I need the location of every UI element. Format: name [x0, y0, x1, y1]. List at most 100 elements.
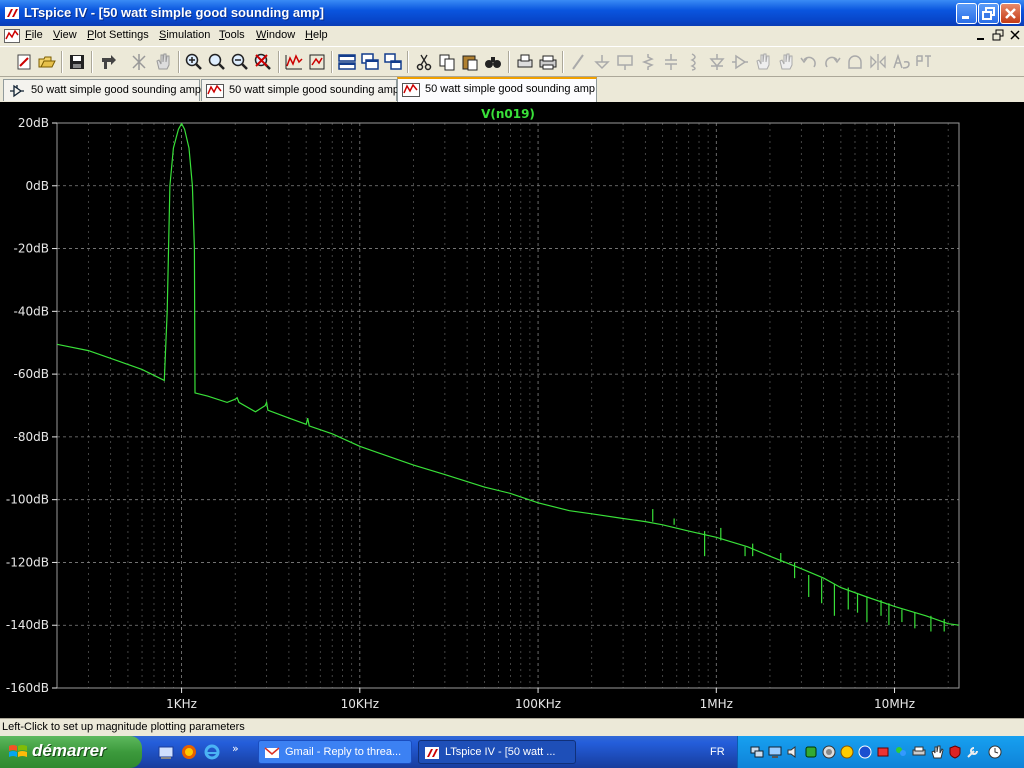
task-label: LTspice IV - [50 watt ... [445, 746, 556, 758]
move-button[interactable] [753, 52, 773, 72]
drag-button[interactable] [776, 52, 796, 72]
wrench-icon[interactable] [966, 745, 980, 759]
autorange-button[interactable] [129, 52, 149, 72]
cascade-button[interactable] [360, 52, 380, 72]
status-bar: Left-Click to set up magnitude plotting … [0, 718, 1024, 736]
fit-button[interactable] [307, 52, 327, 72]
waveform-plot[interactable]: 20dB 0dB -20dB -40dB -60dB -80dB -100dB -120dB -… [0, 102, 1024, 718]
tile-vertical-icon [384, 53, 402, 70]
task-gmail[interactable]: Gmail - Reply to threa... [258, 740, 412, 764]
zoom-out-button[interactable] [230, 52, 250, 72]
label-net-button[interactable] [615, 52, 635, 72]
mirror-button[interactable] [868, 52, 888, 72]
tab-schematic[interactable]: 50 watt simple good sounding amp [3, 79, 201, 101]
tile-horizontal-button[interactable] [337, 52, 357, 72]
pan-button[interactable] [153, 52, 173, 72]
network-icon[interactable] [750, 745, 764, 759]
printer-icon[interactable] [912, 745, 926, 759]
mdi-close-icon[interactable] [1008, 29, 1022, 42]
open-button[interactable] [37, 52, 57, 72]
diode-icon [709, 54, 725, 70]
save-button[interactable] [67, 52, 87, 72]
component-button[interactable] [730, 52, 750, 72]
restore-button[interactable] [978, 3, 999, 24]
menu-file[interactable]: File [25, 29, 43, 41]
cut-button[interactable] [414, 52, 434, 72]
status-text: Left-Click to set up magnitude plotting … [2, 721, 245, 733]
print-button[interactable] [538, 52, 558, 72]
close-button[interactable] [1000, 3, 1021, 24]
rotate-icon [848, 55, 862, 69]
copy-icon [439, 54, 455, 71]
tab-label: 50 watt simple good sounding amp [425, 83, 595, 95]
toolbar [0, 46, 1024, 77]
text-button[interactable] [891, 52, 911, 72]
quicklaunch-overflow-icon[interactable]: » [232, 742, 239, 755]
zoom-in-button[interactable] [184, 52, 204, 72]
start-button[interactable]: démarrer [0, 736, 142, 768]
monitor-icon[interactable] [768, 745, 782, 759]
speaker-icon[interactable] [786, 745, 800, 759]
menu-simulation[interactable]: Simulation [159, 29, 210, 41]
gmail-icon [264, 747, 280, 758]
security-icon[interactable] [948, 745, 962, 759]
redo-button[interactable] [822, 52, 842, 72]
task-ltspice[interactable]: LTspice IV - [50 watt ... [418, 740, 576, 764]
internet-explorer-icon[interactable] [204, 744, 220, 760]
diode-button[interactable] [707, 52, 727, 72]
tile-vertical-button[interactable] [383, 52, 403, 72]
trace-label: V(n019) [481, 107, 535, 121]
inductor-button[interactable] [684, 52, 704, 72]
bluetooth-icon[interactable] [858, 745, 872, 759]
hand-icon[interactable] [930, 745, 944, 759]
print-icon [539, 55, 557, 70]
schematic-icon [10, 84, 24, 98]
zoom-cancel-icon [254, 53, 271, 70]
resistor-button[interactable] [638, 52, 658, 72]
autoscale-button[interactable] [284, 52, 304, 72]
rotate-button[interactable] [845, 52, 865, 72]
title-bar[interactable]: LTspice IV - [50 watt simple good soundi… [0, 0, 1024, 26]
waveform-doc-icon[interactable] [4, 28, 20, 44]
menu-window[interactable]: Window [256, 29, 295, 41]
x-tick-label: 10MHz [874, 697, 915, 711]
y-tick-label: -60dB [14, 367, 49, 381]
menu-help[interactable]: Help [305, 29, 328, 41]
firefox-icon[interactable] [181, 744, 197, 760]
wire-button[interactable] [569, 52, 589, 72]
antivirus-icon[interactable] [804, 745, 818, 759]
undo-button[interactable] [799, 52, 819, 72]
minimize-button[interactable] [956, 3, 977, 24]
clock-icon[interactable] [988, 745, 1002, 759]
show-desktop-icon[interactable] [158, 744, 174, 760]
capacitor-button[interactable] [661, 52, 681, 72]
messenger-icon[interactable] [894, 745, 908, 759]
paste-button[interactable] [460, 52, 480, 72]
mdi-restore-icon[interactable] [991, 29, 1005, 42]
language-indicator[interactable]: FR [710, 746, 725, 758]
zoom-in-icon [185, 53, 202, 70]
usb-icon[interactable] [876, 745, 890, 759]
tab-waveform-1[interactable]: 50 watt simple good sounding amp [201, 79, 399, 101]
find-button[interactable] [483, 52, 503, 72]
tab-label: 50 watt simple good sounding amp [229, 84, 399, 96]
tab-waveform-2[interactable]: 50 watt simple good sounding amp [397, 77, 597, 102]
spice-directive-button[interactable] [914, 52, 934, 72]
mdi-minimize-icon[interactable] [974, 29, 988, 42]
menu-plot-settings[interactable]: Plot Settings [87, 29, 149, 41]
control-panel-button[interactable] [99, 52, 119, 72]
print-preview-button[interactable] [515, 52, 535, 72]
x-tick-label: 100KHz [515, 697, 561, 711]
shield-icon[interactable] [822, 745, 836, 759]
cascade-icon [361, 53, 379, 70]
run-button[interactable] [14, 52, 34, 72]
zoom-cancel-button[interactable] [253, 52, 273, 72]
copy-button[interactable] [437, 52, 457, 72]
zoom-box-button[interactable] [207, 52, 227, 72]
menu-tools[interactable]: Tools [219, 29, 245, 41]
ground-button[interactable] [592, 52, 612, 72]
menu-view[interactable]: View [53, 29, 77, 41]
y-tick-label: 20dB [18, 116, 49, 130]
waveform-plot-window[interactable]: 20dB 0dB -20dB -40dB -60dB -80dB -100dB -120dB -… [0, 102, 1024, 718]
update-icon[interactable] [840, 745, 854, 759]
